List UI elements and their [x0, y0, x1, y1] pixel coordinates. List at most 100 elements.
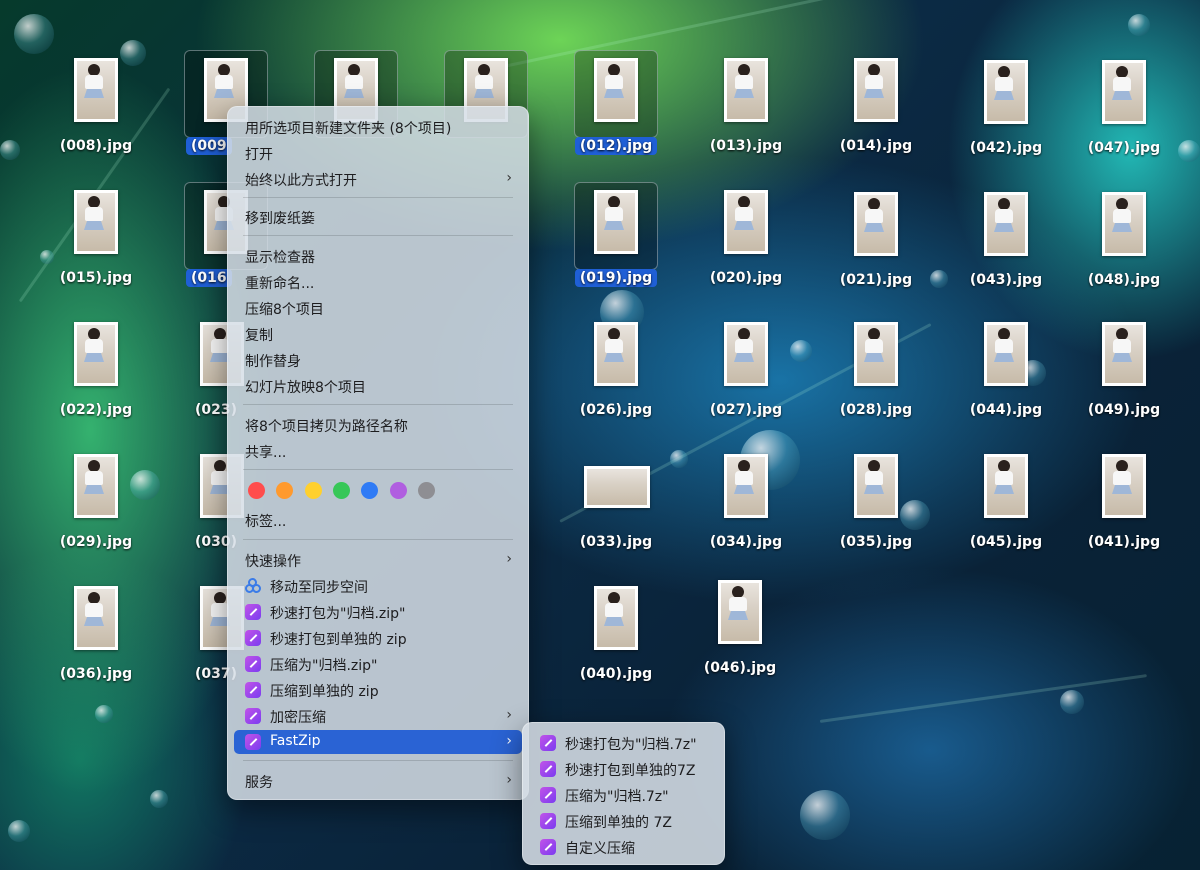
menu-item-move-to-sync-space[interactable]: 移动至同步空间 [234, 574, 522, 598]
file-icon[interactable]: (012).jpg [564, 50, 668, 178]
file-name: (035).jpg [839, 534, 913, 550]
menu-item-fastzip[interactable]: FastZip › [234, 730, 522, 754]
file-icon[interactable]: (048).jpg [1072, 192, 1176, 312]
tag-blue-button[interactable] [361, 482, 378, 499]
fastzip-icon [245, 656, 261, 672]
context-menu: 用所选项目新建文件夹 (8个项目) 打开 始终以此方式打开 › 移到废纸篓 显示检… [227, 106, 529, 800]
menu-item-compress-each-zip[interactable]: 压缩到单独的 zip [234, 678, 522, 702]
file-icon[interactable]: (047).jpg [1072, 60, 1176, 180]
image-thumbnail [594, 58, 638, 122]
menu-item-label: 加密压缩 [270, 710, 326, 726]
menu-item-fast-pack-zip[interactable]: 秒速打包为"归档.zip" [234, 600, 522, 624]
submenu-item-compress-each-7z[interactable]: 压缩到单独的 7Z [529, 809, 718, 833]
image-thumbnail [74, 58, 118, 122]
menu-item-slideshow[interactable]: 幻灯片放映8个项目 [234, 374, 522, 398]
menu-item-open[interactable]: 打开 [234, 141, 522, 165]
file-icon[interactable]: (045).jpg [954, 454, 1058, 574]
menu-item-new-folder-with-selection[interactable]: 用所选项目新建文件夹 (8个项目) [234, 115, 522, 139]
file-icon[interactable]: (015).jpg [44, 190, 148, 310]
submenu-item-compress-7z[interactable]: 压缩为"归档.7z" [529, 783, 718, 807]
menu-item-compress-zip[interactable]: 压缩为"归档.zip" [234, 652, 522, 676]
file-name: (046).jpg [703, 660, 777, 676]
file-icon[interactable]: (020).jpg [694, 190, 798, 310]
menu-item-show-inspector[interactable]: 显示检查器 [234, 244, 522, 268]
image-thumbnail [1102, 454, 1146, 518]
file-icon[interactable]: (022).jpg [44, 322, 148, 442]
menu-item-compress[interactable]: 压缩8个项目 [234, 296, 522, 320]
image-thumbnail [718, 580, 762, 644]
file-icon[interactable]: (029).jpg [44, 454, 148, 574]
fastzip-icon [245, 682, 261, 698]
menu-item-rename[interactable]: 重新命名... [234, 270, 522, 294]
menu-item-label: 秒速打包到单独的 zip [270, 632, 407, 648]
file-icon[interactable]: (042).jpg [954, 60, 1058, 180]
file-icon[interactable]: (014).jpg [824, 58, 928, 178]
tag-green-button[interactable] [333, 482, 350, 499]
menu-item-services[interactable]: 服务 › [234, 769, 522, 793]
submenu-item-fast-pack-each-7z[interactable]: 秒速打包到单独的7Z [529, 757, 718, 781]
menu-item-label: 用所选项目新建文件夹 (8个项目) [245, 121, 452, 137]
tag-red-button[interactable] [248, 482, 265, 499]
menu-separator [243, 197, 513, 198]
menu-item-encrypt-compress[interactable]: 加密压缩 › [234, 704, 522, 728]
menu-separator [243, 760, 513, 761]
menu-item-open-with[interactable]: 始终以此方式打开 › [234, 167, 522, 191]
file-icon[interactable]: (046).jpg [688, 580, 792, 700]
file-icon[interactable]: (043).jpg [954, 192, 1058, 312]
file-icon[interactable]: (044).jpg [954, 322, 1058, 442]
menu-item-quick-actions[interactable]: 快速操作 › [234, 548, 522, 572]
image-thumbnail [74, 190, 118, 254]
tag-gray-button[interactable] [418, 482, 435, 499]
fastzip-icon [245, 604, 261, 620]
file-icon[interactable]: (034).jpg [694, 454, 798, 574]
file-icon[interactable]: (027).jpg [694, 322, 798, 442]
file-icon[interactable]: (008).jpg [44, 58, 148, 178]
image-thumbnail [1102, 322, 1146, 386]
tag-yellow-button[interactable] [305, 482, 322, 499]
fastzip-icon [540, 839, 556, 855]
file-icon[interactable]: (049).jpg [1072, 322, 1176, 442]
file-icon[interactable]: (021).jpg [824, 192, 928, 312]
file-icon[interactable]: (028).jpg [824, 322, 928, 442]
tag-orange-button[interactable] [276, 482, 293, 499]
water-drop [14, 14, 54, 54]
file-icon[interactable]: (035).jpg [824, 454, 928, 574]
file-name: (020).jpg [709, 270, 783, 286]
file-icon[interactable]: (041).jpg [1072, 454, 1176, 574]
water-drop [95, 705, 113, 723]
file-name: (042).jpg [969, 140, 1043, 156]
menu-item-move-to-trash[interactable]: 移到废纸篓 [234, 205, 522, 229]
file-name: (044).jpg [969, 402, 1043, 418]
menu-item-share[interactable]: 共享... [234, 439, 522, 463]
menu-item-label: 服务 [245, 775, 273, 791]
menu-item-copy-as-pathname[interactable]: 将8个项目拷贝为路径名称 [234, 413, 522, 437]
file-icon[interactable]: (026).jpg [564, 322, 668, 442]
file-name: (026).jpg [579, 402, 653, 418]
tag-purple-button[interactable] [390, 482, 407, 499]
menu-item-fast-pack-each-zip[interactable]: 秒速打包到单独的 zip [234, 626, 522, 650]
file-name: (012).jpg [574, 137, 658, 155]
file-name: (041).jpg [1087, 534, 1161, 550]
submenu-item-custom-compress[interactable]: 自定义压缩 [529, 835, 718, 859]
menu-item-label: 幻灯片放映8个项目 [245, 380, 366, 396]
menu-separator [243, 539, 513, 540]
file-icon[interactable]: (036).jpg [44, 586, 148, 706]
menu-item-label: 移到废纸篓 [245, 211, 315, 227]
file-icon[interactable]: (033).jpg [564, 454, 668, 574]
file-icon[interactable]: (013).jpg [694, 58, 798, 178]
water-drop [800, 790, 850, 840]
fastzip-icon [540, 735, 556, 751]
file-name: (048).jpg [1087, 272, 1161, 288]
chevron-right-icon: › [506, 170, 512, 186]
image-thumbnail [724, 190, 768, 254]
file-icon[interactable]: (019).jpg [564, 182, 668, 310]
water-drop [1128, 14, 1150, 36]
menu-item-make-alias[interactable]: 制作替身 [234, 348, 522, 372]
file-name: (009 [186, 137, 232, 155]
menu-item-duplicate[interactable]: 复制 [234, 322, 522, 346]
menu-item-label: 秒速打包为"归档.7z" [565, 737, 697, 753]
menu-item-tags[interactable]: 标签... [234, 508, 522, 532]
submenu-item-fast-pack-7z[interactable]: 秒速打包为"归档.7z" [529, 731, 718, 755]
file-icon[interactable]: (040).jpg [564, 586, 668, 706]
file-name: (021).jpg [839, 272, 913, 288]
